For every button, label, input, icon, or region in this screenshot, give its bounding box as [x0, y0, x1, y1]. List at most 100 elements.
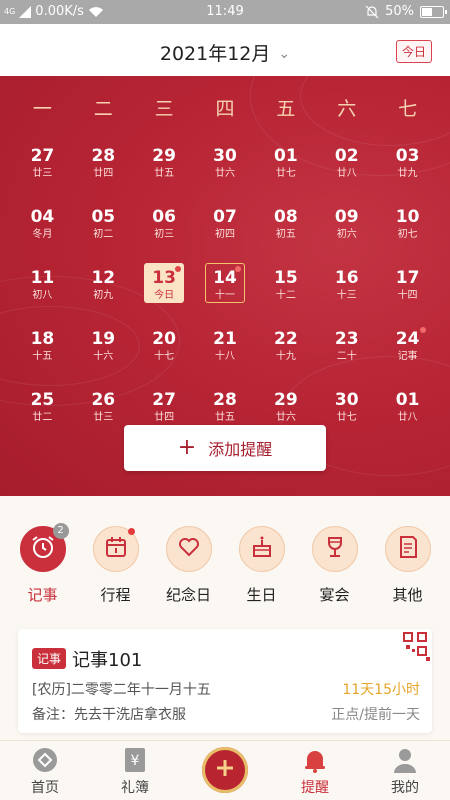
day-cell[interactable]: 25 廿二 [12, 386, 73, 447]
ledger-icon: ¥ [120, 745, 150, 775]
month-picker[interactable]: 2021年12月 ⌄ [0, 39, 450, 66]
heart-icon [176, 534, 202, 564]
day-number: 25 [30, 390, 55, 410]
alarm-clock-icon [30, 534, 56, 564]
day-lunar: 廿五 [154, 168, 175, 179]
day-cell[interactable]: 20 十七 [134, 325, 195, 386]
category-alarm-clock[interactable]: 2 记事 [12, 496, 74, 618]
day-lunar: 初四 [214, 229, 235, 240]
day-cell[interactable]: 30 廿六 [195, 142, 256, 203]
day-cell[interactable]: 19 十六 [73, 325, 134, 386]
day-lunar: 廿九 [397, 168, 418, 179]
day-cell[interactable]: 22 十九 [255, 325, 316, 386]
day-number: 14 [213, 268, 237, 288]
day-cell[interactable]: 04 冬月 [12, 203, 73, 264]
day-cell[interactable]: 15 十二 [255, 264, 316, 325]
category-heart[interactable]: 纪念日 [158, 496, 220, 618]
day-lunar: 廿八 [397, 412, 418, 423]
category-label: 宴会 [319, 586, 350, 604]
day-cell[interactable]: 05 初二 [73, 203, 134, 264]
bottom-tab-bar: 首页 ¥ 礼簿 提醒 我的 [0, 740, 450, 800]
day-lunar: 初六 [336, 229, 357, 240]
day-cell[interactable]: 07 初四 [195, 203, 256, 264]
tab-home[interactable]: 首页 [0, 741, 90, 800]
tab-add[interactable] [180, 741, 270, 800]
day-cell[interactable]: 03 廿九 [377, 142, 438, 203]
day-lunar: 冬月 [32, 229, 53, 240]
tab-label: 我的 [391, 780, 419, 796]
day-number: 01 [395, 390, 420, 410]
day-number: 11 [30, 268, 55, 288]
day-cell[interactable]: 12 初九 [73, 264, 134, 325]
reminder-setting: 正点/提前一天 [331, 707, 420, 723]
day-number: 16 [334, 268, 359, 288]
day-cell[interactable]: 24 记事 [377, 325, 438, 386]
day-number: 07 [213, 207, 237, 227]
qr-code-icon[interactable] [398, 629, 432, 663]
day-lunar: 初五 [275, 229, 296, 240]
day-cell[interactable]: 10 初七 [377, 203, 438, 264]
day-number: 30 [213, 146, 237, 166]
tab-ledger[interactable]: ¥ 礼簿 [90, 741, 180, 800]
chevron-down-icon: ⌄ [278, 46, 291, 62]
day-cell[interactable]: 01 廿七 [255, 142, 316, 203]
day-cell[interactable]: 01 廿八 [377, 386, 438, 447]
category-document[interactable]: 其他 [377, 496, 439, 618]
weekday-label: 二 [93, 98, 113, 120]
day-lunar: 廿五 [214, 412, 235, 423]
category-label: 纪念日 [165, 586, 211, 604]
add-reminder-button[interactable]: + 添加提醒 [124, 425, 326, 471]
day-cell[interactable]: 06 初三 [134, 203, 195, 264]
day-number: 21 [213, 329, 237, 349]
day-number: 12 [91, 268, 116, 288]
day-cell[interactable]: 16 十三 [316, 264, 377, 325]
tab-bell[interactable]: 提醒 [270, 741, 360, 800]
mute-bell-icon [365, 5, 379, 18]
day-cell[interactable]: 02 廿八 [316, 142, 377, 203]
day-number: 06 [152, 207, 176, 227]
event-dot [174, 266, 181, 272]
reminder-card[interactable]: 记事 记事101 [农历]二零零二年十一月十五 11天15小时 备注：先去干洗店… [18, 629, 432, 733]
day-lunar: 廿六 [214, 168, 235, 179]
day-cell[interactable]: 28 廿四 [73, 142, 134, 203]
day-lunar: 十八 [214, 351, 235, 362]
category-wine-glass[interactable]: 宴会 [304, 496, 366, 618]
day-lunar: 廿七 [275, 168, 296, 179]
day-number: 30 [334, 390, 359, 410]
day-lunar: 十四 [397, 290, 418, 301]
day-cell-selected[interactable]: 14 十一 [195, 263, 256, 325]
day-lunar: 廿四 [93, 168, 114, 179]
day-cell[interactable]: 27 廿三 [12, 142, 73, 203]
day-lunar: 十一 [214, 290, 235, 301]
weekday-label: 四 [215, 98, 235, 120]
day-cell[interactable]: 08 初五 [255, 203, 316, 264]
add-button[interactable] [202, 747, 248, 793]
day-cell[interactable]: 23 二十 [316, 325, 377, 386]
tab-user[interactable]: 我的 [360, 741, 450, 800]
day-number: 03 [395, 146, 420, 166]
category-calendar[interactable]: 行程 [85, 496, 147, 618]
weekday-header: 一二三四五六七 [12, 94, 438, 121]
day-cell[interactable]: 18 十五 [12, 325, 73, 386]
day-cell-today[interactable]: 13 今日 [134, 263, 195, 325]
day-cell[interactable]: 09 初六 [316, 203, 377, 264]
battery-icon [420, 5, 447, 18]
day-lunar: 初八 [32, 290, 53, 301]
calendar: 一 二 三 四 五 六 七 27 廿三 28 廿四 29 廿五 30 廿六 01 廿七 02 廿八 03 廿九 04 冬月… [0, 76, 450, 496]
day-cell[interactable]: 11 初八 [12, 264, 73, 325]
day-number: 10 [395, 207, 420, 227]
event-dot [420, 327, 426, 333]
today-button[interactable]: 今日 [395, 40, 432, 63]
day-cell[interactable]: 17 十四 [377, 264, 438, 325]
day-lunar: 十九 [275, 351, 296, 362]
category-icon-circle [92, 526, 139, 572]
day-cell[interactable]: 29 廿五 [134, 142, 195, 203]
day-number: 01 [274, 146, 298, 166]
category-label: 其他 [392, 586, 423, 604]
user-icon [390, 745, 420, 775]
document-icon [395, 534, 421, 564]
day-cell[interactable]: 21 十八 [195, 325, 256, 386]
category-cake[interactable]: 生日 [231, 496, 293, 618]
day-number: 18 [30, 329, 55, 349]
day-number: 20 [152, 329, 176, 349]
